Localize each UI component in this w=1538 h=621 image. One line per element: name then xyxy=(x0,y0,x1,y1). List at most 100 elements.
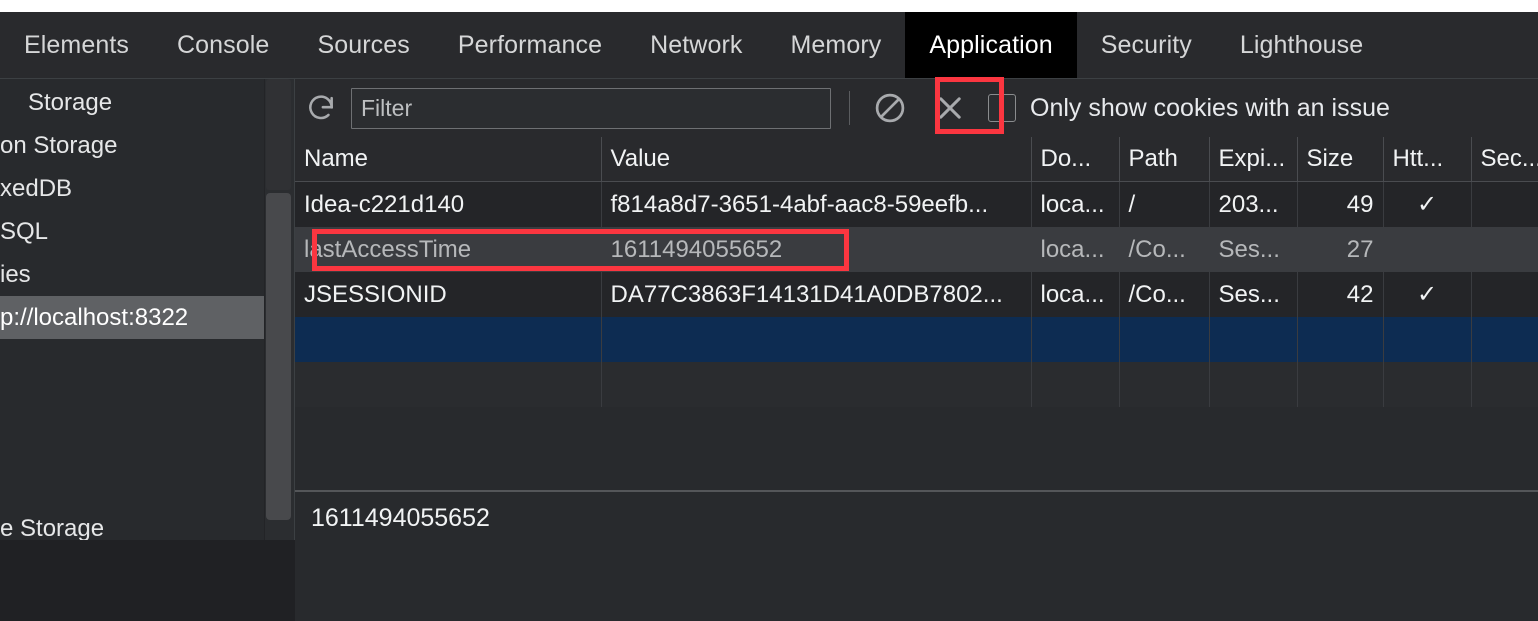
tab-lighthouse[interactable]: Lighthouse xyxy=(1216,12,1387,78)
filter-input[interactable] xyxy=(351,87,831,129)
cell-value xyxy=(601,362,1032,407)
cell-domain xyxy=(1031,317,1120,362)
cell-path: /Co... xyxy=(1119,272,1210,317)
cell-httponly: ✓ xyxy=(1383,181,1472,227)
sidebar-item-label: ies xyxy=(0,260,31,288)
cell-size: 42 xyxy=(1297,272,1384,317)
refresh-button[interactable] xyxy=(295,82,347,134)
cell-value: 1611494055652 xyxy=(601,227,1032,272)
column-header-6[interactable]: Htt... xyxy=(1383,137,1472,182)
column-header-0[interactable]: Name xyxy=(295,137,602,182)
cookie-value-preview-text: 1611494055652 xyxy=(311,504,490,532)
cell-domain: loca... xyxy=(1031,272,1120,317)
cookies-table-container[interactable]: Name Value Do... Path Expi... Size Htt... Sec..… xyxy=(295,137,1538,489)
sidebar-item-label: p://localhost:8322 xyxy=(0,303,189,331)
cell-name xyxy=(295,317,602,362)
sidebar-item-5[interactable]: p://localhost:8322 xyxy=(0,296,264,339)
tab-performance[interactable]: Performance xyxy=(434,12,626,78)
clear-all-cookies-icon xyxy=(872,90,908,126)
table-body: Idea-c221d140 f814a8d7-3651-4abf-aac8-59e… xyxy=(295,181,1538,407)
column-header-5[interactable]: Size xyxy=(1297,137,1384,182)
cell-secure xyxy=(1471,227,1538,272)
cell-size xyxy=(1297,362,1384,407)
cell-secure xyxy=(1471,317,1538,362)
table-row[interactable] xyxy=(295,362,1538,407)
cell-name xyxy=(295,362,602,407)
tab-security[interactable]: Security xyxy=(1077,12,1216,78)
devtools-window: Elements Console Sources Performance Network… xyxy=(0,0,1538,621)
sidebar-item-6[interactable]: e Storage xyxy=(0,507,264,541)
tab-sources[interactable]: Sources xyxy=(293,12,433,78)
cell-name: JSESSIONID xyxy=(295,272,602,317)
sidebar-item-label: xedDB xyxy=(0,174,73,202)
cell-httponly: ✓ xyxy=(1383,272,1472,317)
table-header-row: Name Value Do... Path Expi... Size Htt... Sec..… xyxy=(295,137,1538,182)
table-row-JSESSIONID[interactable]: JSESSIONID DA77C3863F14131D41A0DB7802... l… xyxy=(295,272,1538,317)
column-header-4[interactable]: Expi... xyxy=(1209,137,1298,182)
cell-size: 49 xyxy=(1297,181,1384,227)
sidebar-item-0[interactable]: Storage xyxy=(0,81,264,124)
cell-secure xyxy=(1471,272,1538,317)
refresh-icon xyxy=(305,92,337,124)
application-sidebar[interactable]: Storage on Storage xedDB SQL ies p://localhos… xyxy=(0,79,264,540)
cookies-main-panel: Only show cookies with an issue NameValu… xyxy=(294,79,1538,621)
cell-secure xyxy=(1471,181,1538,227)
cell-path: /Co... xyxy=(1119,227,1210,272)
cell-path xyxy=(1119,317,1210,362)
sidebar-item-1[interactable]: on Storage xyxy=(0,124,264,167)
delete-selected-cookie-icon xyxy=(933,91,967,125)
sidebar-item-2[interactable]: xedDB xyxy=(0,167,264,210)
cell-value: f814a8d7-3651-4abf-aac8-59eefb... xyxy=(601,181,1032,227)
toolbar-divider xyxy=(849,91,850,125)
cell-size: 27 xyxy=(1297,227,1384,272)
cell-expires: Ses... xyxy=(1209,272,1298,317)
column-header-7[interactable]: Sec... xyxy=(1471,137,1538,182)
cell-domain: loca... xyxy=(1031,227,1120,272)
cell-expires: 203... xyxy=(1209,181,1298,227)
table-row-Idea-c221d140[interactable]: Idea-c221d140 f814a8d7-3651-4abf-aac8-59e… xyxy=(295,181,1538,227)
tab-elements[interactable]: Elements xyxy=(0,12,153,78)
sidebar-item-label: on Storage xyxy=(0,131,118,159)
tab-network[interactable]: Network xyxy=(626,12,766,78)
sidebar-item-label: SQL xyxy=(0,217,49,245)
cell-path xyxy=(1119,362,1210,407)
tab-application[interactable]: Application xyxy=(905,12,1077,78)
cell-secure xyxy=(1471,362,1538,407)
cell-domain xyxy=(1031,362,1120,407)
tab-memory[interactable]: Memory xyxy=(766,12,905,78)
cookies-toolbar: Only show cookies with an issue xyxy=(295,79,1538,138)
cookies-table: Name Value Do... Path Expi... Size Htt... Sec..… xyxy=(295,137,1538,407)
column-header-2[interactable]: Do... xyxy=(1031,137,1120,182)
devtools-tabbar: Elements Console Sources Performance Network… xyxy=(0,12,1538,79)
sidebar-item-4[interactable]: ies xyxy=(0,253,264,296)
sidebar-scrollbar-thumb[interactable] xyxy=(266,193,291,520)
sidebar-item-label: e Storage xyxy=(0,514,105,541)
column-header-3[interactable]: Path xyxy=(1119,137,1210,182)
only-show-issues-checkbox[interactable] xyxy=(988,94,1016,122)
cell-httponly xyxy=(1383,362,1472,407)
cell-value xyxy=(601,317,1032,362)
cell-name: lastAccessTime xyxy=(295,227,602,272)
cell-name: Idea-c221d140 xyxy=(295,181,602,227)
cell-path: / xyxy=(1119,181,1210,227)
sidebar-item-3[interactable]: SQL xyxy=(0,210,264,253)
only-show-issues-label: Only show cookies with an issue xyxy=(1030,93,1390,122)
cell-expires: Ses... xyxy=(1209,227,1298,272)
cell-expires xyxy=(1209,317,1298,362)
table-row-lastAccessTime[interactable]: lastAccessTime 1611494055652 loca.../Co...… xyxy=(295,227,1538,272)
delete-selected-cookie-button[interactable] xyxy=(924,82,976,134)
sidebar-item-label: Storage xyxy=(28,88,113,116)
column-header-1[interactable]: Value xyxy=(601,137,1032,182)
cookie-value-preview-pane: 1611494055652 xyxy=(295,490,1538,621)
cell-value: DA77C3863F14131D41A0DB7802... xyxy=(601,272,1032,317)
tab-console[interactable]: Console xyxy=(153,12,293,78)
cell-expires xyxy=(1209,362,1298,407)
cell-httponly xyxy=(1383,317,1472,362)
cell-domain: loca... xyxy=(1031,181,1120,227)
table-row[interactable] xyxy=(295,317,1538,362)
cell-httponly xyxy=(1383,227,1472,272)
clear-all-cookies-button[interactable] xyxy=(864,82,916,134)
cell-size xyxy=(1297,317,1384,362)
sidebar-scrollbar-upper-segment[interactable] xyxy=(266,79,291,190)
page-background-strip xyxy=(0,0,1538,12)
